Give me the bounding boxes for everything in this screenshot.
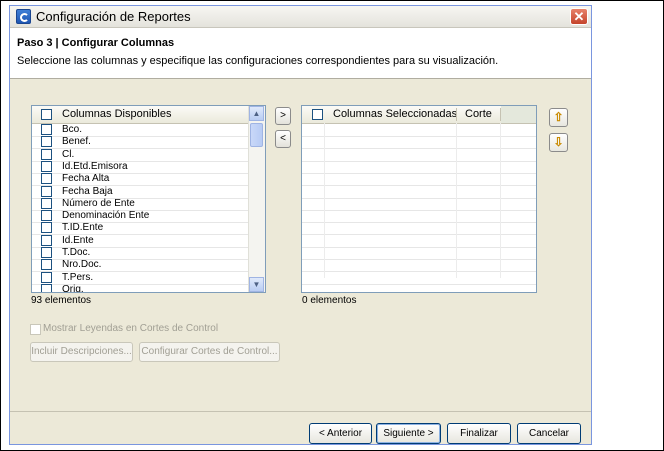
finish-button[interactable]: Finalizar (447, 423, 511, 444)
column-checkbox[interactable] (41, 173, 52, 185)
grid-line (456, 123, 457, 278)
available-column-item[interactable]: Benef. (32, 136, 250, 150)
available-columns-list[interactable]: Columnas Disponibles Bco. Benef. Cl. Id.Etd… (31, 105, 266, 293)
step-title: Paso 3 | Configurar Columnas (17, 37, 175, 49)
configure-cuts-button[interactable]: Configurar Cortes de Control... (139, 342, 280, 362)
column-label: Fecha Baja (62, 185, 113, 197)
show-legends-checkbox[interactable] (30, 324, 41, 335)
column-label: T.Pers. (62, 271, 94, 283)
dialog-window: Configuración de Reportes ✕ Paso 3 | Con… (9, 5, 592, 445)
header-divider (456, 108, 457, 121)
next-button[interactable]: Siguiente > (376, 423, 441, 444)
column-checkbox[interactable] (41, 136, 52, 148)
close-icon: ✕ (573, 9, 585, 24)
arrow-up-icon: ⇧ (553, 110, 564, 124)
available-column-item[interactable]: T.ID.Ente (32, 222, 250, 236)
selected-columns-header-label: Columnas Seleccionadas (333, 108, 458, 120)
scroll-thumb[interactable] (250, 123, 263, 147)
column-checkbox[interactable] (41, 185, 52, 197)
available-column-item[interactable]: Denominación Ente (32, 210, 250, 224)
column-label: Bco. (62, 124, 83, 135)
scroll-down-icon: ▼ (252, 280, 261, 289)
move-up-button[interactable]: ⇧ (549, 108, 568, 127)
move-down-button[interactable]: ⇩ (549, 133, 568, 152)
select-all-selected-checkbox[interactable] (312, 109, 323, 120)
scroll-up-button[interactable]: ▲ (249, 106, 264, 121)
scroll-up-icon: ▲ (252, 109, 261, 118)
scroll-down-button[interactable]: ▼ (249, 277, 264, 292)
column-checkbox[interactable] (41, 210, 52, 222)
column-label: Orig. (62, 283, 84, 293)
step-description: Seleccione las columnas y especifique la… (17, 55, 499, 67)
cancel-button[interactable]: Cancelar (517, 423, 581, 444)
column-label: T.Doc. (62, 247, 91, 258)
selected-columns-header: Columnas Seleccionadas Corte (302, 106, 536, 124)
grid-line (500, 123, 501, 278)
available-count: 93 elementos (31, 295, 92, 306)
available-column-item[interactable]: T.Pers. (32, 271, 250, 285)
available-column-item[interactable]: Orig. (32, 283, 250, 293)
back-button[interactable]: < Anterior (309, 423, 372, 444)
column-checkbox[interactable] (41, 124, 52, 135)
column-label: Cl. (62, 148, 75, 160)
column-checkbox[interactable] (41, 197, 52, 209)
column-label: Nro.Doc. (62, 259, 102, 271)
column-checkbox[interactable] (41, 222, 52, 234)
available-columns-header: Columnas Disponibles (32, 106, 250, 124)
column-label: Fecha Alta (62, 173, 110, 185)
show-legends-label: Mostrar Leyendas en Cortes de Control (43, 323, 219, 334)
column-checkbox[interactable] (41, 259, 52, 271)
available-columns-header-label: Columnas Disponibles (62, 108, 172, 120)
column-checkbox[interactable] (41, 234, 52, 246)
header-spacer (501, 106, 536, 123)
footer-separator (10, 411, 591, 412)
column-checkbox[interactable] (41, 160, 52, 172)
cut-header-label: Corte (465, 108, 492, 120)
app-icon (16, 9, 31, 24)
wizard-header: Paso 3 | Configurar Columnas Seleccione … (10, 28, 591, 79)
column-checkbox[interactable] (41, 271, 52, 283)
available-scrollbar[interactable]: ▲ ▼ (248, 106, 265, 292)
column-checkbox[interactable] (41, 247, 52, 258)
column-checkbox[interactable] (41, 283, 52, 292)
title-bar[interactable]: Configuración de Reportes ✕ (10, 6, 591, 28)
arrow-down-icon: ⇩ (553, 135, 564, 149)
close-button[interactable]: ✕ (570, 8, 588, 25)
column-label: Benef. (62, 136, 91, 148)
column-checkbox[interactable] (41, 148, 52, 160)
available-column-item[interactable]: Fecha Baja (32, 185, 250, 199)
available-column-item[interactable]: Fecha Alta (32, 173, 250, 187)
available-column-item[interactable]: Id.Etd.Emisora (32, 160, 250, 174)
available-column-item[interactable]: Bco. (32, 124, 250, 137)
remove-column-button[interactable]: < (275, 130, 291, 148)
window-title: Configuración de Reportes (36, 9, 191, 24)
available-column-item[interactable]: Nro.Doc. (32, 259, 250, 273)
column-label: Denominación Ente (62, 210, 150, 222)
select-all-available-checkbox[interactable] (41, 109, 52, 120)
add-column-button[interactable]: > (275, 107, 291, 125)
grid-line (324, 123, 325, 278)
available-column-item[interactable]: Id.Ente (32, 234, 250, 248)
include-descriptions-button[interactable]: Incluir Descripciones... (30, 342, 133, 362)
selected-empty-row (302, 284, 536, 292)
column-label: Id.Ente (62, 234, 94, 246)
column-label: Id.Etd.Emisora (62, 160, 128, 172)
available-column-item[interactable]: T.Doc. (32, 247, 250, 260)
column-label: Número de Ente (62, 197, 135, 209)
available-column-item[interactable]: Cl. (32, 148, 250, 162)
available-column-item[interactable]: Número de Ente (32, 197, 250, 211)
column-label: T.ID.Ente (62, 222, 104, 234)
selected-columns-list[interactable]: Columnas Seleccionadas Corte (301, 105, 537, 293)
selected-count: 0 elementos (302, 295, 357, 306)
